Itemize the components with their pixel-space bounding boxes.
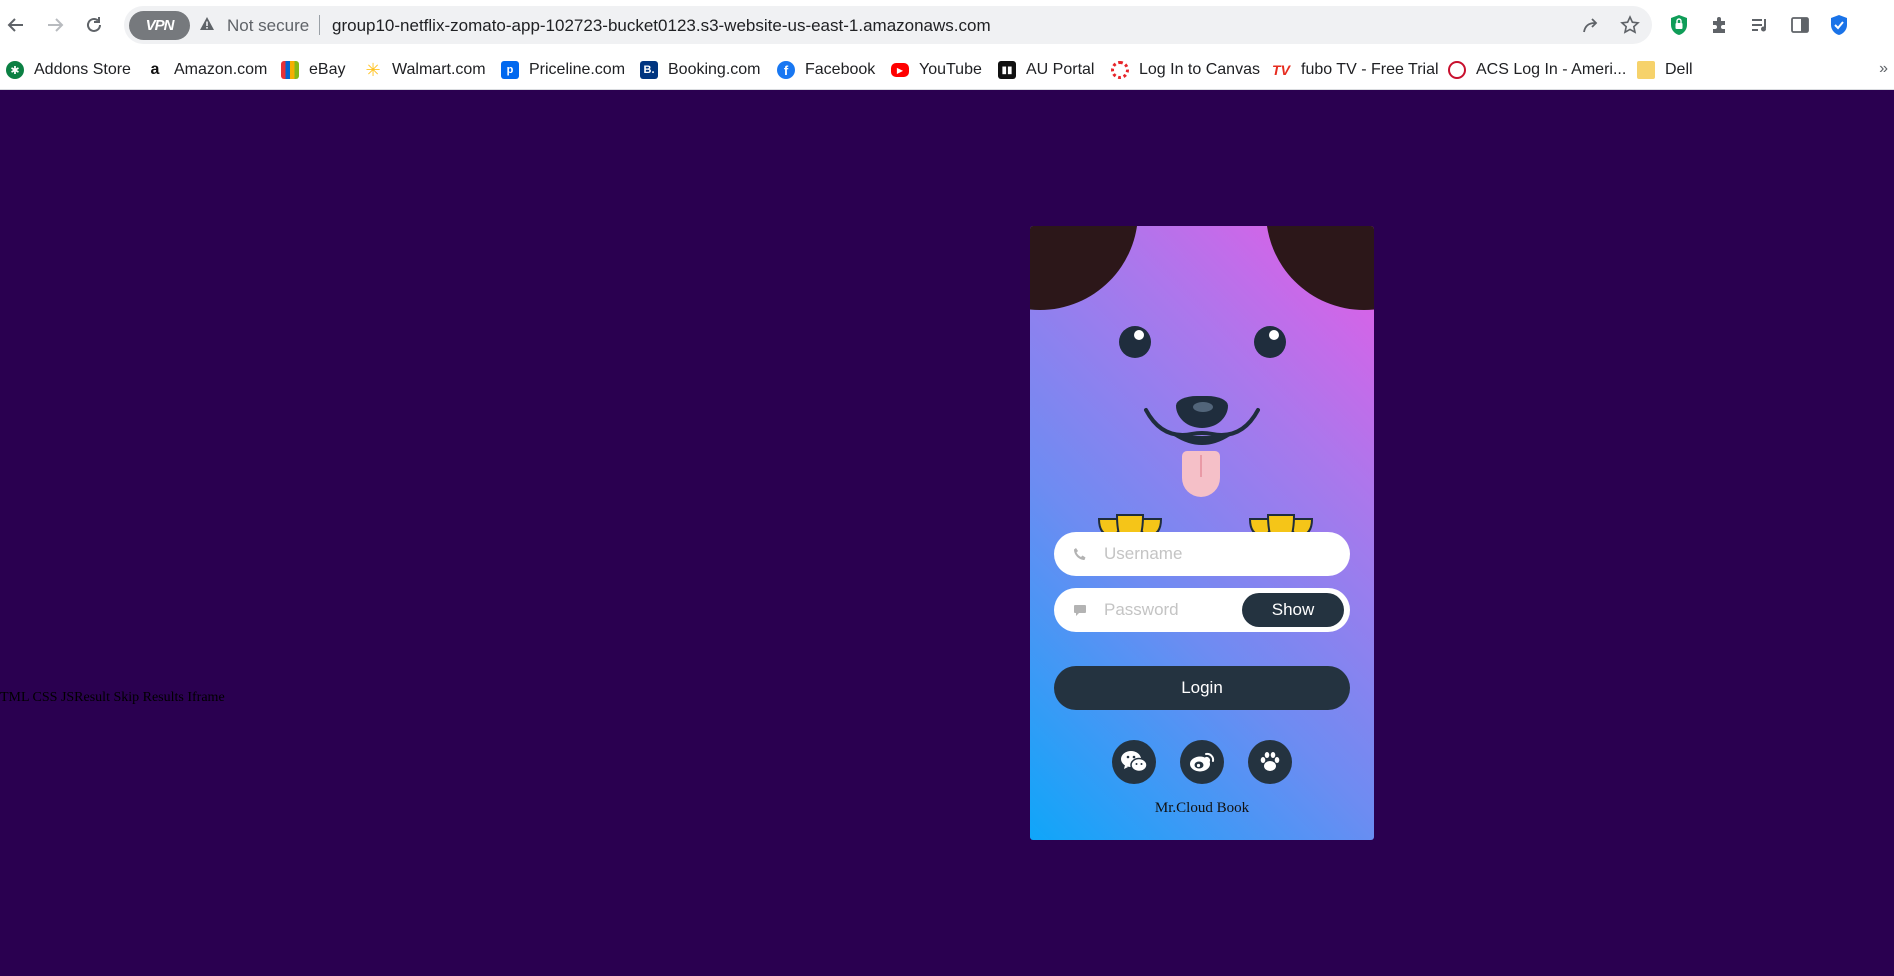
bookmark-youtube[interactable]: ▶ YouTube — [891, 58, 982, 82]
reload-icon — [87, 17, 101, 32]
extensions-button[interactable] — [1706, 11, 1734, 39]
browser-toolbar: VPN Not secure group10-netflix-zomato-ap… — [0, 0, 1894, 50]
bookmark-label: Log In to Canvas — [1139, 61, 1260, 78]
canvas-icon — [1111, 61, 1129, 79]
share-icon — [1583, 18, 1598, 33]
vpn-badge[interactable]: VPN — [129, 11, 190, 40]
star-icon — [1620, 15, 1640, 34]
bookmark-label: ACS Log In - Ameri... — [1476, 61, 1627, 78]
password-field[interactable]: Show — [1054, 588, 1350, 632]
bookmark-label: Facebook — [805, 61, 876, 78]
bookmark-label: Priceline.com — [529, 61, 626, 78]
shield-lock-icon — [1671, 15, 1687, 35]
bookmark-star-button[interactable] — [1619, 14, 1641, 36]
addons-store-icon: ✱ — [6, 61, 24, 79]
walmart-icon: ✳ — [365, 59, 381, 80]
bookmark-label: Addons Store — [34, 61, 131, 78]
brand-text: Mr.Cloud Book — [1154, 800, 1250, 816]
facebook-icon: f — [777, 61, 795, 79]
back-arrow-icon — [7, 18, 23, 32]
address-bar[interactable]: VPN Not secure group10-netflix-zomato-ap… — [124, 6, 1652, 44]
login-button[interactable]: Login — [1054, 666, 1350, 710]
phone-icon — [1074, 548, 1086, 560]
bookmark-label: AU Portal — [1026, 61, 1095, 78]
blue-shield-icon — [1831, 15, 1847, 35]
dog-left-eye — [1119, 326, 1151, 358]
bookmark-ebay[interactable]: eBay — [281, 58, 345, 82]
warning-icon — [200, 17, 214, 30]
url-text[interactable]: group10-netflix-zomato-app-102723-bucket… — [332, 16, 991, 36]
youtube-icon: ▶ — [891, 63, 909, 77]
puzzle-icon — [1713, 17, 1725, 33]
bookmark-booking[interactable]: B. Booking.com — [640, 58, 761, 82]
weibo-icon — [1190, 752, 1215, 772]
paw-button[interactable] — [1248, 740, 1292, 784]
share-button[interactable] — [1580, 14, 1602, 36]
dog-left-ear — [1030, 226, 1138, 310]
back-button[interactable] — [2, 11, 30, 39]
bookmark-label: fubo TV - Free Trial — [1301, 61, 1439, 78]
bookmark-facebook[interactable]: f Facebook — [777, 58, 875, 82]
bookmark-dell[interactable]: Dell — [1637, 58, 1693, 82]
username-input[interactable] — [1104, 540, 1254, 568]
page-content: TML CSS JSResult Skip Results Iframe Use… — [0, 91, 1894, 976]
more-bookmarks-chevron-icon[interactable]: » — [1879, 60, 1888, 78]
paw-icon — [1260, 752, 1280, 771]
amazon-icon: a — [150, 61, 160, 78]
bookmark-label: eBay — [309, 61, 346, 78]
dog-right-ear — [1266, 226, 1374, 310]
bookmark-addons-store[interactable]: ✱ Addons Store — [6, 58, 131, 82]
acs-icon — [1448, 61, 1466, 79]
security-status[interactable]: Not secure — [227, 16, 309, 36]
bookmark-label: Walmart.com — [392, 61, 486, 78]
stray-text: TML CSS JSResult Skip Results Iframe — [0, 690, 225, 705]
dog-tongue — [1182, 451, 1220, 497]
au-portal-icon: ▮▮ — [998, 61, 1016, 79]
username-field[interactable] — [1054, 532, 1350, 576]
bookmark-label: YouTube — [919, 61, 982, 78]
playlist-icon — [1752, 19, 1766, 32]
booking-icon: B. — [640, 61, 658, 79]
reload-button[interactable] — [80, 11, 108, 39]
bookmark-priceline[interactable]: p Priceline.com — [501, 58, 625, 82]
chat-bubble-icon — [1074, 605, 1086, 616]
bookmark-amazon[interactable]: a Amazon.com — [146, 58, 268, 82]
bookmark-au-portal[interactable]: ▮▮ AU Portal — [998, 58, 1094, 82]
side-panel-button[interactable] — [1786, 11, 1814, 39]
bookmark-label: Booking.com — [668, 61, 761, 78]
forward-arrow-icon — [48, 18, 64, 32]
bookmark-acs[interactable]: ACS Log In - Ameri... — [1448, 58, 1626, 82]
wechat-button[interactable] — [1112, 740, 1156, 784]
bookmark-walmart[interactable]: ✳ Walmart.com — [364, 58, 486, 82]
bookmarks-bar: ✱ Addons Store a Amazon.com eBay ✳ Walma… — [0, 50, 1894, 90]
ebay-icon — [281, 61, 299, 79]
wechat-icon — [1121, 751, 1148, 773]
password-input[interactable] — [1104, 596, 1254, 624]
dog-right-eye — [1254, 326, 1286, 358]
bookmark-label: Dell — [1665, 61, 1693, 78]
defender-extension[interactable] — [1825, 11, 1853, 39]
extension-shield[interactable] — [1665, 11, 1693, 39]
omnibox-divider — [319, 15, 320, 35]
fubo-icon: TV — [1272, 62, 1290, 78]
show-password-button[interactable]: Show — [1242, 593, 1344, 627]
media-controls-button[interactable] — [1746, 11, 1774, 39]
bookmark-canvas[interactable]: Log In to Canvas — [1111, 58, 1260, 82]
forward-button[interactable] — [41, 11, 69, 39]
login-card: Show Login — [1030, 226, 1374, 840]
priceline-icon: p — [501, 61, 519, 79]
bookmark-fubo[interactable]: TV fubo TV - Free Trial — [1271, 58, 1439, 82]
side-panel-icon — [1791, 17, 1809, 33]
bookmark-label: Amazon.com — [174, 61, 268, 78]
folder-icon — [1637, 61, 1655, 79]
weibo-button[interactable] — [1180, 740, 1224, 784]
